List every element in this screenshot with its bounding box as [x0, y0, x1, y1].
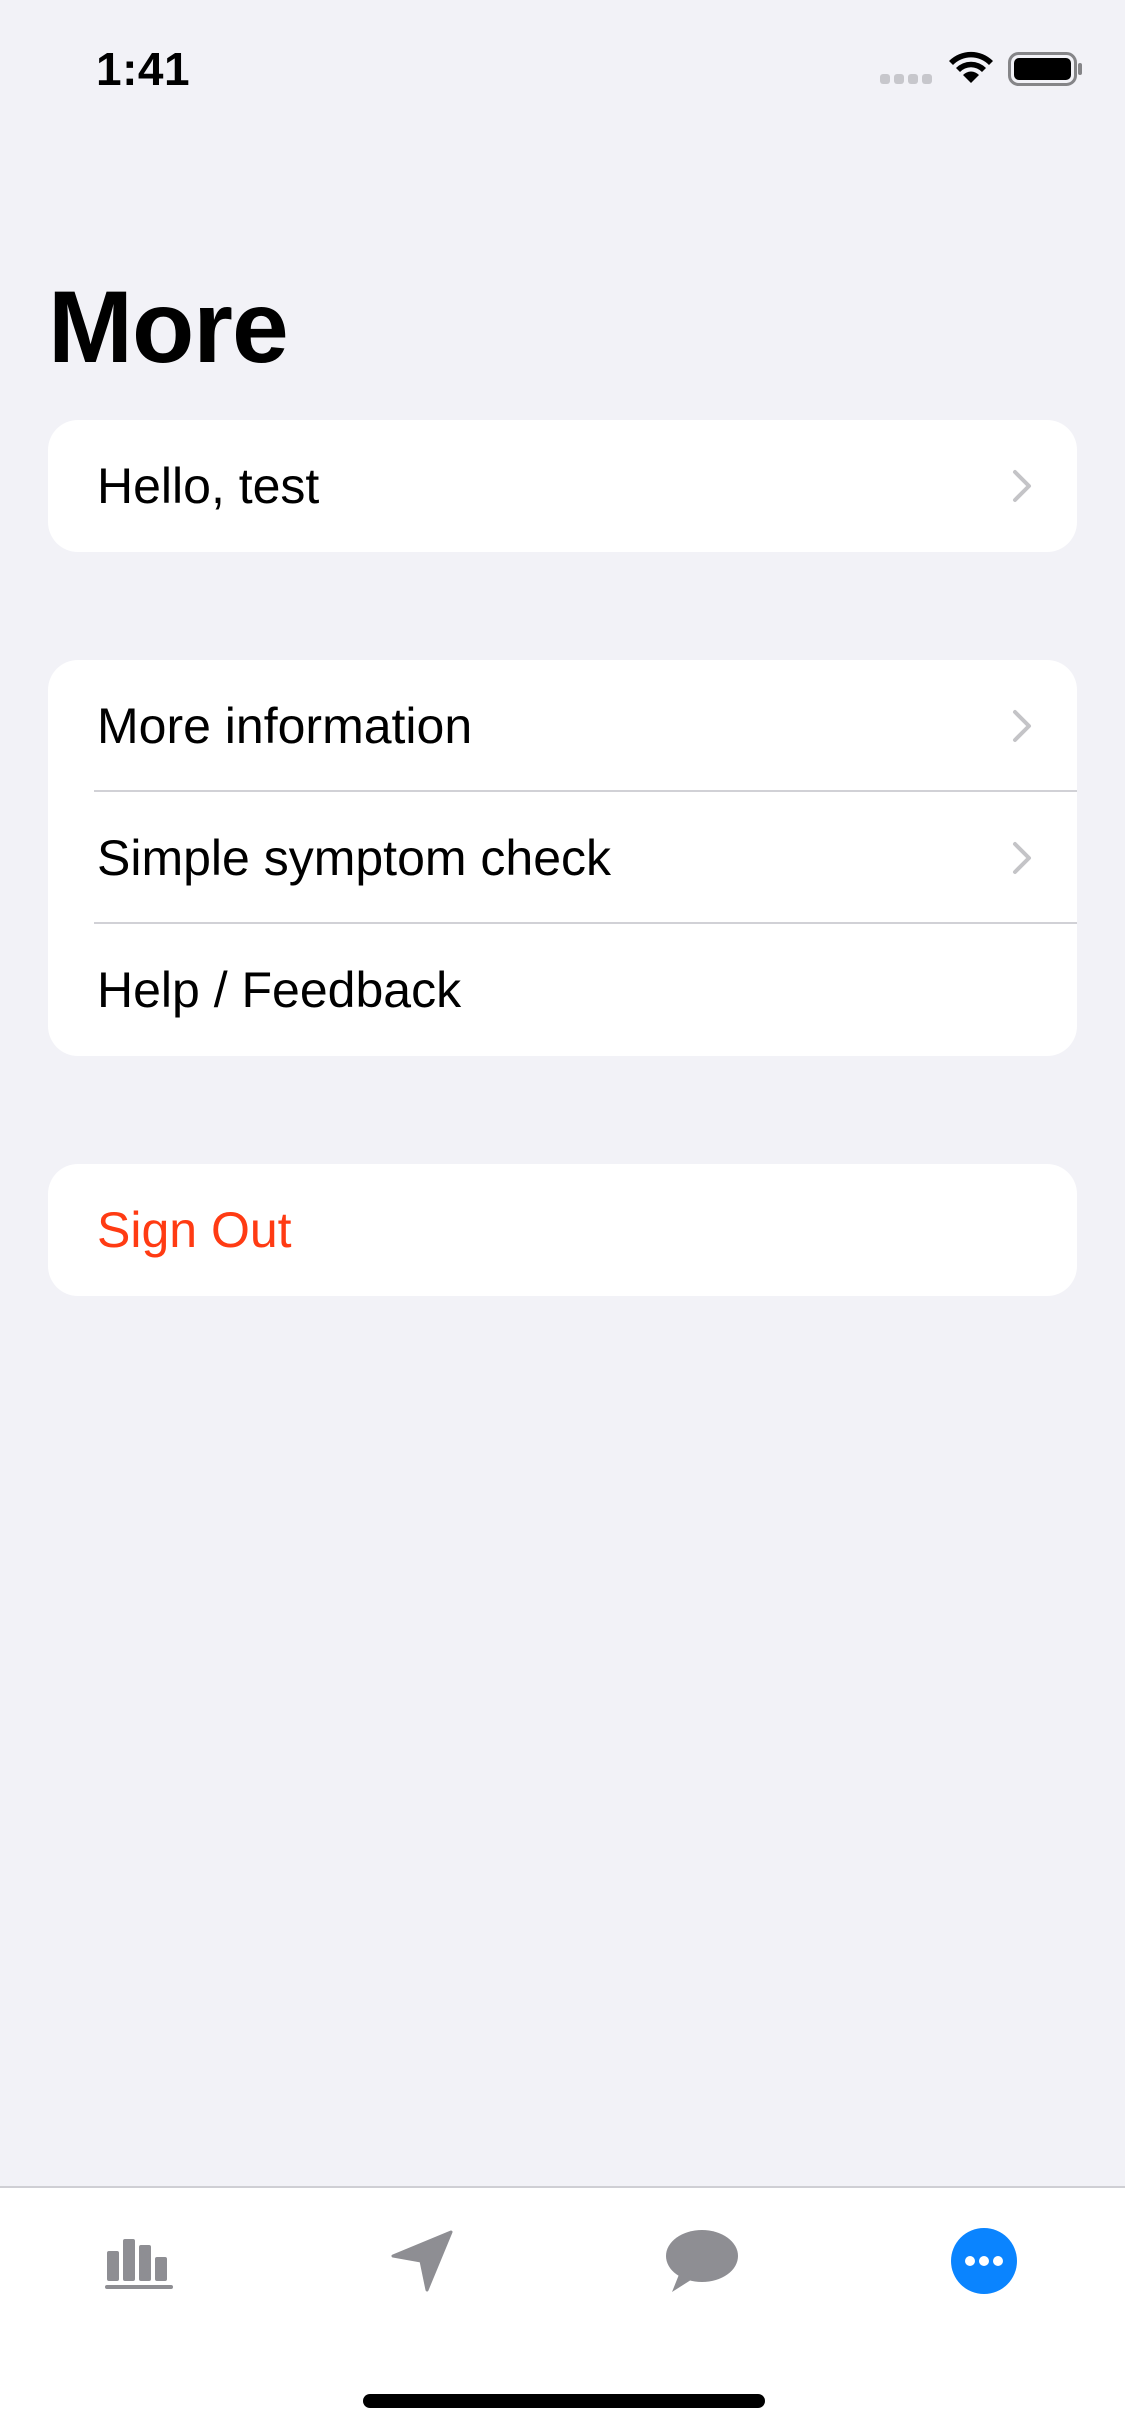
sign-out-label: Sign Out — [97, 1202, 292, 1258]
tab-statistics[interactable] — [90, 2216, 190, 2306]
wifi-icon — [949, 51, 993, 83]
more-ellipsis-icon — [951, 2228, 1017, 2294]
sign-out-button[interactable]: Sign Out — [48, 1164, 1077, 1296]
profile-row[interactable]: Hello, test — [48, 420, 1077, 552]
chevron-right-icon — [1013, 470, 1031, 502]
location-arrow-icon — [391, 2230, 453, 2292]
symptom-check-row[interactable]: Simple symptom check — [48, 792, 1077, 924]
chevron-right-icon — [1013, 842, 1031, 874]
battery-icon — [1008, 52, 1082, 86]
more-information-row[interactable]: More information — [48, 660, 1077, 792]
status-bar: 1:41 — [0, 0, 1125, 140]
help-feedback-row[interactable]: Help / Feedback — [48, 924, 1077, 1056]
help-feedback-label: Help / Feedback — [97, 962, 462, 1018]
cellular-signal-icon — [880, 74, 932, 84]
symptom-check-label: Simple symptom check — [97, 830, 612, 886]
speech-bubble-icon — [666, 2230, 738, 2292]
info-group: More information Simple symptom check He… — [48, 660, 1077, 1056]
tab-location[interactable] — [372, 2216, 472, 2306]
tab-messages[interactable] — [652, 2216, 752, 2306]
page-title: More — [48, 270, 289, 384]
account-group: Sign Out — [48, 1164, 1077, 1296]
tab-more[interactable] — [934, 2216, 1034, 2306]
status-time: 1:41 — [96, 43, 191, 95]
chevron-right-icon — [1013, 710, 1031, 742]
profile-greeting: Hello, test — [97, 458, 320, 514]
bar-chart-icon — [105, 2239, 173, 2289]
profile-group: Hello, test — [48, 420, 1077, 552]
more-information-label: More information — [97, 698, 473, 754]
home-indicator — [363, 2394, 765, 2408]
